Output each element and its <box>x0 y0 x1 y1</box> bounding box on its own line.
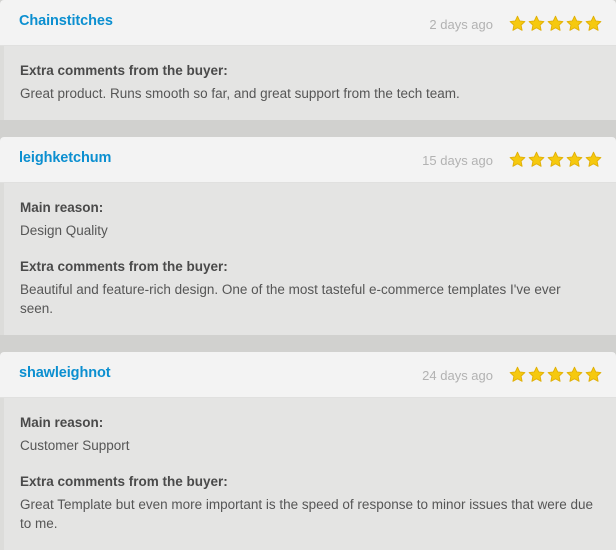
extra-comments-label: Extra comments from the buyer: <box>20 473 228 489</box>
star-icon <box>585 366 602 383</box>
star-rating <box>509 151 602 168</box>
review-body: Main reason: Design Quality Extra comments… <box>0 182 616 335</box>
star-icon <box>566 15 583 32</box>
review-header: leighketchum 15 days ago <box>0 136 616 183</box>
main-reason-value: Customer Support <box>20 438 130 454</box>
extra-comments-label: Extra comments from the buyer: <box>20 258 228 274</box>
star-icon <box>528 15 545 32</box>
star-icon <box>547 366 564 383</box>
star-rating <box>509 15 602 32</box>
reviews-list: Chainstitches 2 days ago Extra comments fr… <box>0 0 616 550</box>
review-header: shawleighnot 24 days ago <box>0 351 616 398</box>
review-date: 2 days ago <box>429 16 493 32</box>
star-rating <box>509 366 602 383</box>
review-date: 24 days ago <box>422 368 493 384</box>
main-reason-value: Design Quality <box>20 223 108 238</box>
review-meta: 2 days ago <box>429 0 602 46</box>
extra-comments-value: Great Template but even more important i… <box>20 496 594 532</box>
main-reason-group: Main reason: Customer Support <box>20 414 596 456</box>
extra-comments-group: Extra comments from the buyer: Beautiful … <box>20 258 596 319</box>
extra-comments-value: Great product. Runs smooth so far, and g… <box>20 86 460 102</box>
review-block: shawleighnot 24 days ago Main reason: Custo… <box>0 351 616 550</box>
star-icon <box>509 366 526 383</box>
review-meta: 15 days ago <box>422 137 602 183</box>
main-reason-group: Main reason: Design Quality <box>20 199 596 241</box>
star-icon <box>585 151 602 168</box>
star-icon <box>566 151 583 168</box>
review-author-link[interactable]: leighketchum <box>19 150 111 166</box>
star-icon <box>547 15 564 32</box>
main-reason-label: Main reason: <box>20 199 104 215</box>
review-block: leighketchum 15 days ago Main reason: Desig… <box>0 136 616 335</box>
extra-comments-group: Extra comments from the buyer: Great prod… <box>20 62 596 104</box>
star-icon <box>509 15 526 32</box>
review-author-link[interactable]: shawleighnot <box>19 365 111 381</box>
main-reason-label: Main reason: <box>20 414 104 430</box>
extra-comments-group: Extra comments from the buyer: Great Temp… <box>20 473 596 534</box>
star-icon <box>585 15 602 32</box>
extra-comments-label: Extra comments from the buyer: <box>20 63 228 78</box>
star-icon <box>547 151 564 168</box>
review-block: Chainstitches 2 days ago Extra comments fr… <box>0 0 616 120</box>
extra-comments-value: Beautiful and feature-rich design. One o… <box>20 281 561 317</box>
review-body: Main reason: Customer Support Extra commen… <box>0 397 616 550</box>
review-date: 15 days ago <box>422 153 493 169</box>
review-author-link[interactable]: Chainstitches <box>19 13 113 29</box>
review-body: Extra comments from the buyer: Great prod… <box>0 46 616 120</box>
star-icon <box>528 366 545 383</box>
review-meta: 24 days ago <box>422 352 602 398</box>
star-icon <box>528 151 545 168</box>
star-icon <box>509 151 526 168</box>
review-header: Chainstitches 2 days ago <box>0 0 616 46</box>
star-icon <box>566 366 583 383</box>
